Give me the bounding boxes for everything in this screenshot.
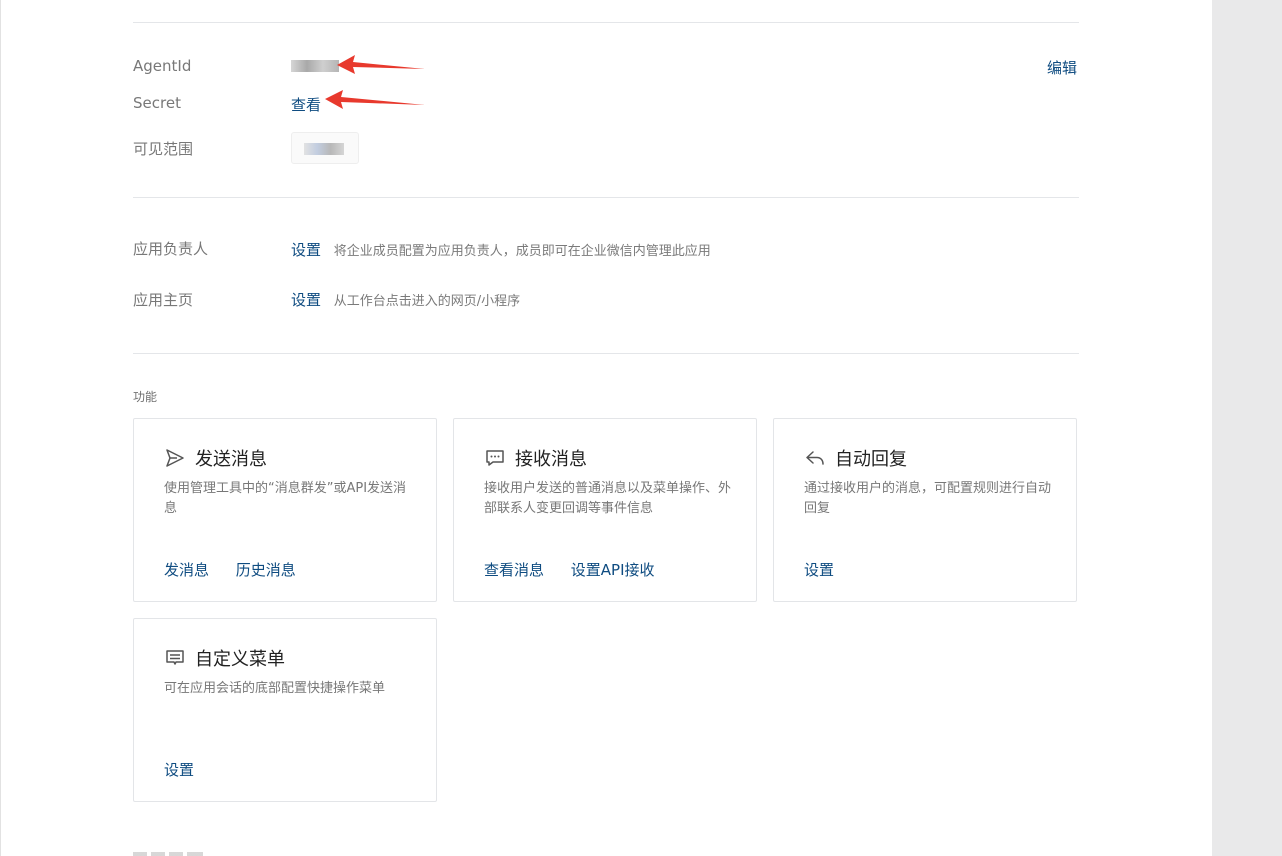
agentid-label: AgentId: [133, 57, 192, 75]
feature-card-title: 发送消息: [195, 449, 267, 470]
send-icon: [164, 447, 186, 469]
feature-card-description: 可在应用会话的底部配置快捷操作菜单: [164, 681, 386, 696]
secret-label: Secret: [133, 94, 181, 112]
annotation-arrow-secret: [325, 90, 425, 109]
secret-view-link[interactable]: 查看: [291, 94, 321, 115]
feature-card-title: 自动回复: [835, 449, 907, 470]
menu-icon: [164, 647, 186, 669]
message-icon: [484, 447, 506, 469]
next-section-cutoff: [133, 850, 203, 856]
feature-card-description: 通过接收用户的消息，可配置规则进行自动回复: [804, 481, 1052, 516]
divider: [133, 197, 1079, 198]
owner-set-link[interactable]: 设置: [291, 241, 321, 259]
reply-icon: [804, 447, 826, 469]
feature-card-receive-message: 接收消息 接收用户发送的普通消息以及菜单操作、外部联系人变更回调等事件信息 查看…: [453, 418, 757, 602]
set-api-receive-link[interactable]: 设置API接收: [571, 561, 655, 579]
feature-card-auto-reply: 自动回复 通过接收用户的消息，可配置规则进行自动回复 设置: [773, 418, 1077, 602]
agentid-value-redacted: [291, 60, 339, 72]
feature-card-title: 接收消息: [515, 449, 587, 470]
divider: [133, 353, 1079, 354]
homepage-description: 从工作台点击进入的网页/小程序: [333, 294, 521, 309]
send-message-link[interactable]: 发消息: [164, 561, 209, 579]
auto-reply-settings-link[interactable]: 设置: [804, 561, 834, 579]
annotation-arrow-agentid: [337, 55, 425, 74]
homepage-row: 设置 从工作台点击进入的网页/小程序: [291, 289, 520, 310]
view-messages-link[interactable]: 查看消息: [484, 561, 544, 579]
edit-link[interactable]: 编辑: [1047, 57, 1077, 78]
visible-range-label: 可见范围: [133, 140, 194, 158]
homepage-label: 应用主页: [133, 291, 194, 309]
feature-card-title: 自定义菜单: [195, 649, 285, 670]
owner-row: 设置 将企业成员配置为应用负责人，成员即可在企业微信内管理此应用: [291, 239, 711, 260]
history-message-link[interactable]: 历史消息: [236, 561, 296, 579]
feature-card-send-message: 发送消息 使用管理工具中的“消息群发”或API发送消息 发消息 历史消息: [133, 418, 437, 602]
app-detail-panel: AgentId Secret 查看 可见范围 编辑 应用负责人 设置 将企业成员…: [0, 0, 1212, 856]
feature-card-description: 接收用户发送的普通消息以及菜单操作、外部联系人变更回调等事件信息: [484, 481, 732, 516]
visible-range-redacted: [304, 143, 344, 155]
owner-description: 将企业成员配置为应用负责人，成员即可在企业微信内管理此应用: [333, 244, 711, 259]
owner-label: 应用负责人: [133, 240, 209, 258]
homepage-set-link[interactable]: 设置: [291, 291, 321, 309]
features-section-title: 功能: [133, 390, 158, 404]
feature-card-custom-menu: 自定义菜单 可在应用会话的底部配置快捷操作菜单 设置: [133, 618, 437, 802]
visible-range-chip: [291, 132, 359, 164]
divider: [133, 22, 1079, 23]
feature-card-description: 使用管理工具中的“消息群发”或API发送消息: [164, 481, 407, 516]
custom-menu-settings-link[interactable]: 设置: [164, 761, 194, 779]
